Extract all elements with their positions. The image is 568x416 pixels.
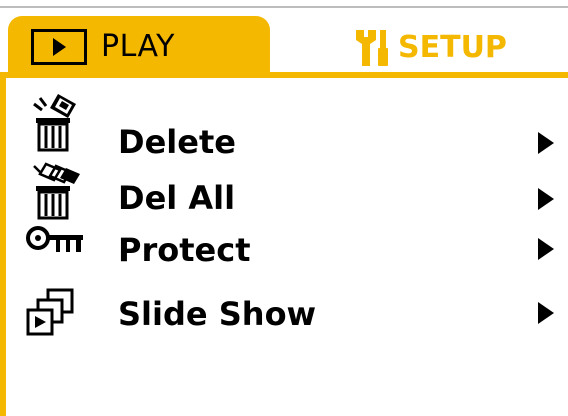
menu-item-protect-label: Protect (118, 231, 251, 269)
key-protect-icon (26, 226, 83, 252)
tab-play-label: PLAY (101, 29, 176, 64)
menu-item-delete[interactable]: Delete (6, 92, 568, 158)
menu-item-slide-show-label: Slide Show (118, 295, 317, 333)
camera-menu-screen: PLAY SETUP Delete Del All Protect Slide … (0, 0, 568, 416)
tab-setup[interactable]: SETUP (350, 26, 507, 70)
menu-item-slide-show[interactable]: Slide Show (6, 288, 568, 348)
trash-delete-icon (33, 94, 76, 152)
play-icon (31, 29, 87, 65)
tab-setup-label: SETUP (398, 30, 507, 65)
menu-item-del-all-label: Del All (118, 179, 236, 217)
chevron-right-icon (538, 132, 554, 154)
chevron-right-icon (538, 238, 554, 260)
tab-play-content[interactable]: PLAY (31, 24, 175, 70)
wrench-screwdriver-icon (356, 30, 388, 66)
slideshow-icon (26, 288, 74, 336)
menu-item-del-all[interactable]: Del All (6, 160, 568, 220)
top-divider (0, 6, 568, 8)
trash-delete-all-icon (33, 162, 80, 220)
menu-item-delete-label: Delete (118, 123, 236, 161)
chevron-right-icon (538, 302, 554, 324)
menu-item-protect[interactable]: Protect (6, 224, 568, 284)
chevron-right-icon (538, 188, 554, 210)
